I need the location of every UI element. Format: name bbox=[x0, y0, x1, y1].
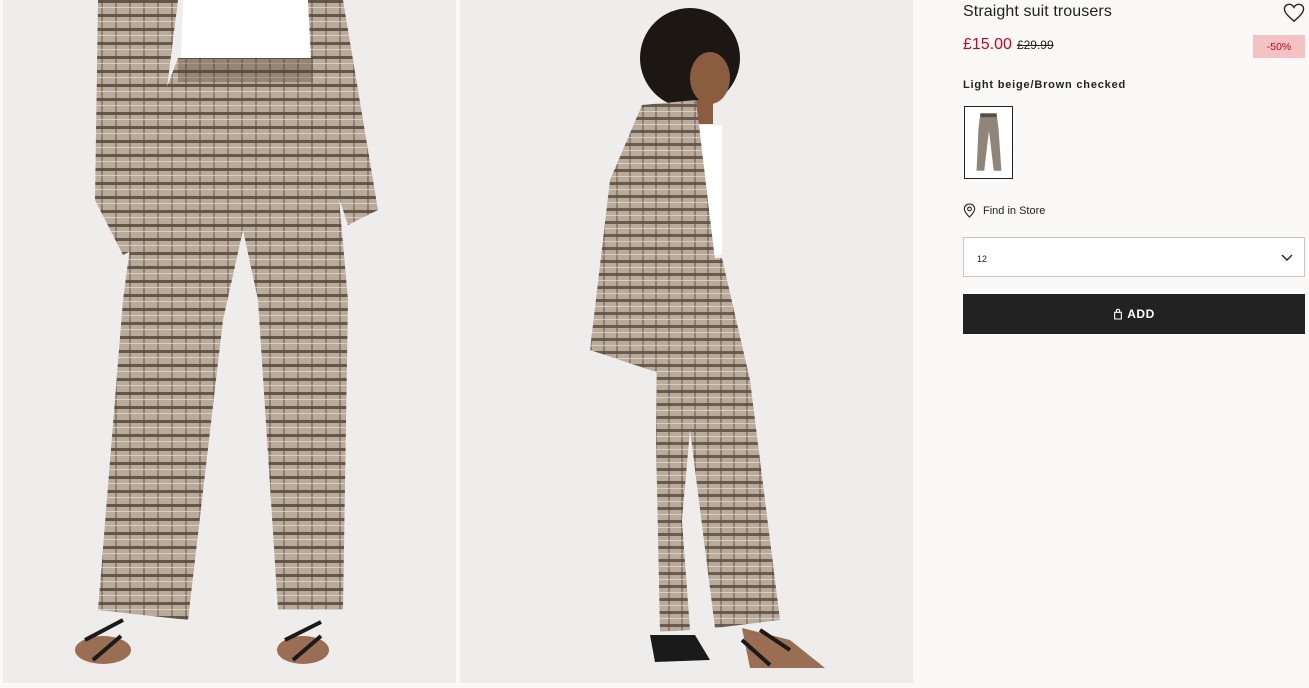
chevron-down-icon bbox=[1281, 254, 1293, 261]
color-name: Light beige/Brown checked bbox=[963, 79, 1127, 91]
add-to-favourites-button[interactable] bbox=[1283, 3, 1305, 23]
original-price: £29.99 bbox=[1016, 38, 1054, 52]
discount-badge: -50% bbox=[1253, 35, 1305, 58]
add-to-bag-label: ADD bbox=[1127, 307, 1155, 321]
trousers-front-illustration bbox=[3, 0, 456, 683]
sale-price: £15.00 bbox=[963, 36, 1012, 53]
location-pin-icon bbox=[963, 203, 976, 218]
product-image-side[interactable] bbox=[460, 0, 913, 683]
price-row: £15.00 £29.99 bbox=[963, 36, 1054, 54]
find-in-store-link[interactable]: Find in Store bbox=[963, 203, 1045, 218]
trousers-thumbnail bbox=[967, 109, 1010, 176]
size-select[interactable]: 12 bbox=[963, 237, 1305, 277]
color-swatch-selected[interactable] bbox=[964, 106, 1013, 179]
bag-icon bbox=[1114, 308, 1123, 320]
find-in-store-label: Find in Store bbox=[983, 204, 1046, 217]
size-selected-value: 12 bbox=[977, 254, 988, 264]
add-to-bag-button[interactable]: ADD bbox=[963, 294, 1305, 334]
trousers-side-illustration bbox=[460, 0, 913, 683]
product-title: Straight suit trousers bbox=[963, 3, 1112, 20]
heart-icon bbox=[1283, 3, 1305, 23]
product-image-front[interactable] bbox=[3, 0, 456, 683]
